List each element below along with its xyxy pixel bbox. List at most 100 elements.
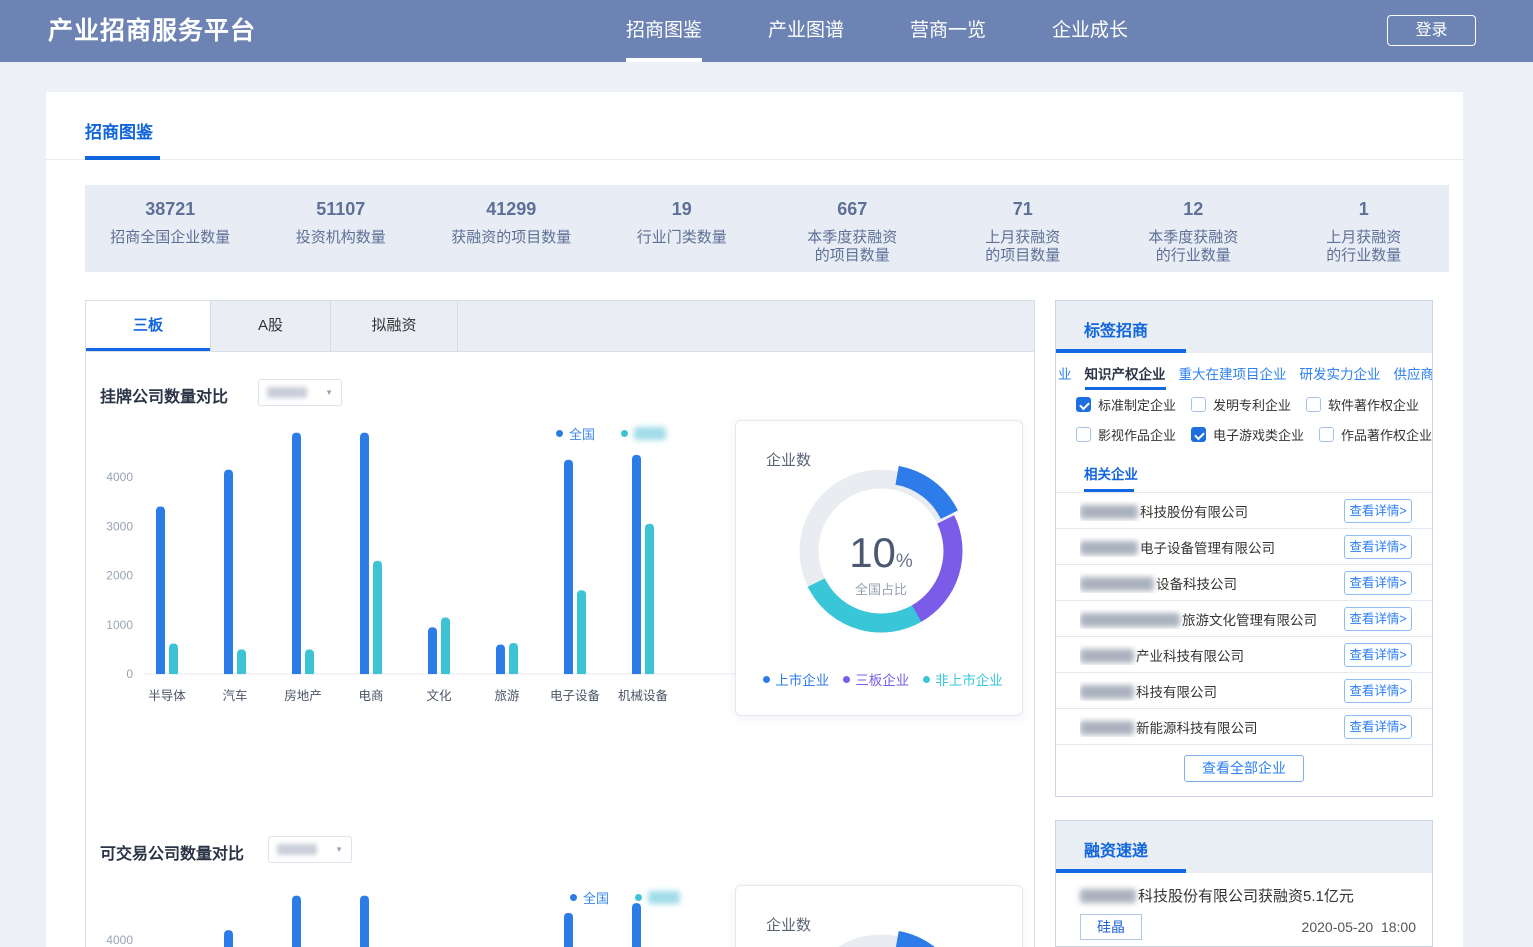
- redacted-legend-label: [648, 891, 680, 904]
- checkbox-label: 软件著作权企业: [1328, 395, 1419, 414]
- view-detail-button[interactable]: 查看详情>: [1344, 607, 1412, 631]
- legend-dot: [556, 430, 563, 437]
- legend-dot: [843, 676, 850, 683]
- view-all-companies-button[interactable]: 查看全部企业: [1184, 755, 1304, 782]
- checkbox-unchecked-icon[interactable]: [1306, 397, 1321, 412]
- company-name-text: 旅游文化管理有限公司: [1182, 613, 1317, 628]
- checkbox-影视作品企业[interactable]: 影视作品企业: [1076, 425, 1176, 444]
- funding-panel-header: 融资速递: [1056, 821, 1432, 873]
- funding-news-item[interactable]: 科技股份有限公司获融资5.1亿元 硅晶 2020-05-20 18:00: [1056, 873, 1432, 940]
- stat-item: 51107投资机构数量: [256, 185, 427, 272]
- legend-item-2[interactable]: [621, 427, 666, 440]
- checkbox-unchecked-icon[interactable]: [1319, 427, 1334, 442]
- checkbox-软件著作权企业[interactable]: 软件著作权企业: [1306, 395, 1419, 414]
- redacted-company-prefix: [1080, 685, 1134, 699]
- checkbox-电子游戏类企业[interactable]: 电子游戏类企业: [1191, 425, 1304, 444]
- funding-news-text: 科技股份有限公司获融资5.1亿元: [1138, 888, 1354, 905]
- checkbox-发明专利企业[interactable]: 发明专利企业: [1191, 395, 1291, 414]
- chart1-title: 挂牌公司数量对比: [100, 383, 228, 407]
- tag-tab-2[interactable]: 知识产权企业: [1085, 363, 1166, 390]
- top-navigation-bar: 产业招商服务平台 招商图鉴 产业图谱 营商一览 企业成长 登录: [0, 0, 1533, 62]
- nav-item-1[interactable]: 招商图鉴: [626, 0, 702, 62]
- company-name: 新能源科技有限公司: [1080, 717, 1344, 737]
- view-detail-button[interactable]: 查看详情>: [1344, 499, 1412, 523]
- main-nav: 招商图鉴 产业图谱 营商一览 企业成长: [626, 0, 1128, 62]
- company-row-1: 科技股份有限公司 查看详情>: [1056, 492, 1432, 528]
- tag-checkbox-filters: 标准制定企业 发明专利企业 软件著作权企业影视作品企业 电子游戏类企业 作品著作权企业: [1056, 393, 1432, 444]
- tag-panel-title-underline: [1056, 349, 1186, 353]
- redacted-company-prefix: [1080, 889, 1136, 903]
- stat-item: 12 本季度获融资 的行业数量: [1108, 185, 1279, 272]
- market-tab-2[interactable]: A股: [211, 301, 331, 351]
- login-button[interactable]: 登录: [1387, 15, 1476, 46]
- chart1-filter-dropdown[interactable]: ▼: [258, 379, 342, 406]
- tag-tab-4[interactable]: 研发实力企业: [1300, 363, 1381, 390]
- app-logo: 产业招商服务平台: [48, 0, 256, 62]
- company-name-text: 新能源科技有限公司: [1136, 721, 1258, 736]
- stat-value: 71: [938, 199, 1109, 220]
- funding-panel-title: 融资速递: [1084, 837, 1148, 861]
- stat-label: 招商全国企业数量: [85, 229, 256, 247]
- donut-legend-item-2[interactable]: 三板企业: [843, 669, 909, 689]
- donut-legend-item-3[interactable]: 非上市企业: [923, 669, 1003, 689]
- tag-panel-title: 标签招商: [1084, 317, 1148, 341]
- view-detail-button[interactable]: 查看详情>: [1344, 679, 1412, 703]
- company-name: 科技股份有限公司: [1080, 501, 1344, 521]
- checkbox-checked-icon[interactable]: [1191, 427, 1206, 442]
- stat-value: 12: [1108, 199, 1279, 220]
- checkbox-label: 电子游戏类企业: [1213, 425, 1304, 444]
- company-name: 产业科技有限公司: [1080, 645, 1344, 665]
- page-title: 招商图鉴: [85, 118, 153, 143]
- company-name: 科技有限公司: [1080, 681, 1344, 701]
- market-tab-3[interactable]: 拟融资: [331, 301, 458, 351]
- legend-dot: [570, 894, 577, 901]
- stat-item: 19行业门类数量: [597, 185, 768, 272]
- view-detail-button[interactable]: 查看详情>: [1344, 715, 1412, 739]
- company-name: 设备科技公司: [1080, 573, 1344, 593]
- legend-dot: [923, 676, 930, 683]
- company-name-text: 科技股份有限公司: [1140, 505, 1248, 520]
- tag-tab-1[interactable]: 业: [1058, 363, 1072, 390]
- stat-item: 1上月获融资 的行业数量: [1279, 185, 1450, 272]
- legend-item-1[interactable]: 全国: [570, 888, 609, 907]
- view-all-row: 查看全部企业: [1056, 744, 1432, 792]
- checkbox-checked-icon[interactable]: [1076, 397, 1091, 412]
- checkbox-标准制定企业[interactable]: 标准制定企业: [1076, 395, 1176, 414]
- nav-item-4[interactable]: 企业成长: [1052, 0, 1128, 62]
- checkbox-label: 标准制定企业: [1098, 395, 1176, 414]
- stat-item: 667本季度获融资 的项目数量: [767, 185, 938, 272]
- checkbox-label: 作品著作权企业: [1341, 425, 1432, 444]
- view-detail-button[interactable]: 查看详情>: [1344, 643, 1412, 667]
- stat-label: 本季度获融资 的行业数量: [1108, 229, 1279, 265]
- company-name-text: 产业科技有限公司: [1136, 649, 1244, 664]
- checkbox-作品著作权企业[interactable]: 作品著作权企业: [1319, 425, 1432, 444]
- funding-datetime: 2020-05-20 18:00: [1302, 919, 1416, 935]
- legend-item-2[interactable]: [635, 891, 680, 904]
- market-tab-1[interactable]: 三板: [86, 301, 211, 351]
- legend-label: 非上市企业: [935, 669, 1003, 689]
- view-detail-button[interactable]: 查看详情>: [1344, 571, 1412, 595]
- stat-value: 38721: [85, 199, 256, 220]
- chart2-filter-dropdown[interactable]: ▼: [268, 836, 352, 863]
- view-detail-button[interactable]: 查看详情>: [1344, 535, 1412, 559]
- company-row-2: 电子设备管理有限公司 查看详情>: [1056, 528, 1432, 564]
- redacted-company-prefix: [1080, 577, 1154, 591]
- tag-tab-3[interactable]: 重大在建项目企业: [1179, 363, 1287, 390]
- market-tabs: 三板A股拟融资: [85, 300, 1035, 352]
- checkbox-unchecked-icon[interactable]: [1191, 397, 1206, 412]
- tag-tab-5[interactable]: 供应商企业: [1394, 363, 1433, 390]
- stat-label: 上月获融资 的行业数量: [1279, 229, 1450, 265]
- nav-item-2[interactable]: 产业图谱: [768, 0, 844, 62]
- nav-item-3[interactable]: 营商一览: [910, 0, 986, 62]
- stat-item: 71上月获融资 的项目数量: [938, 185, 1109, 272]
- company-name-text: 电子设备管理有限公司: [1140, 541, 1275, 556]
- legend-dot: [763, 676, 770, 683]
- legend-item-1[interactable]: 全国: [556, 424, 595, 443]
- funding-news-meta: 硅晶 2020-05-20 18:00: [1080, 914, 1416, 940]
- tag-panel-header: 标签招商: [1056, 301, 1432, 353]
- redacted-company-prefix: [1080, 541, 1138, 555]
- enterprise-count-donut-card: 企业数 10% 全国占比 上市企业三板企业非上市企业: [735, 420, 1023, 716]
- donut-legend-item-1[interactable]: 上市企业: [763, 669, 829, 689]
- checkbox-label: 发明专利企业: [1213, 395, 1291, 414]
- checkbox-unchecked-icon[interactable]: [1076, 427, 1091, 442]
